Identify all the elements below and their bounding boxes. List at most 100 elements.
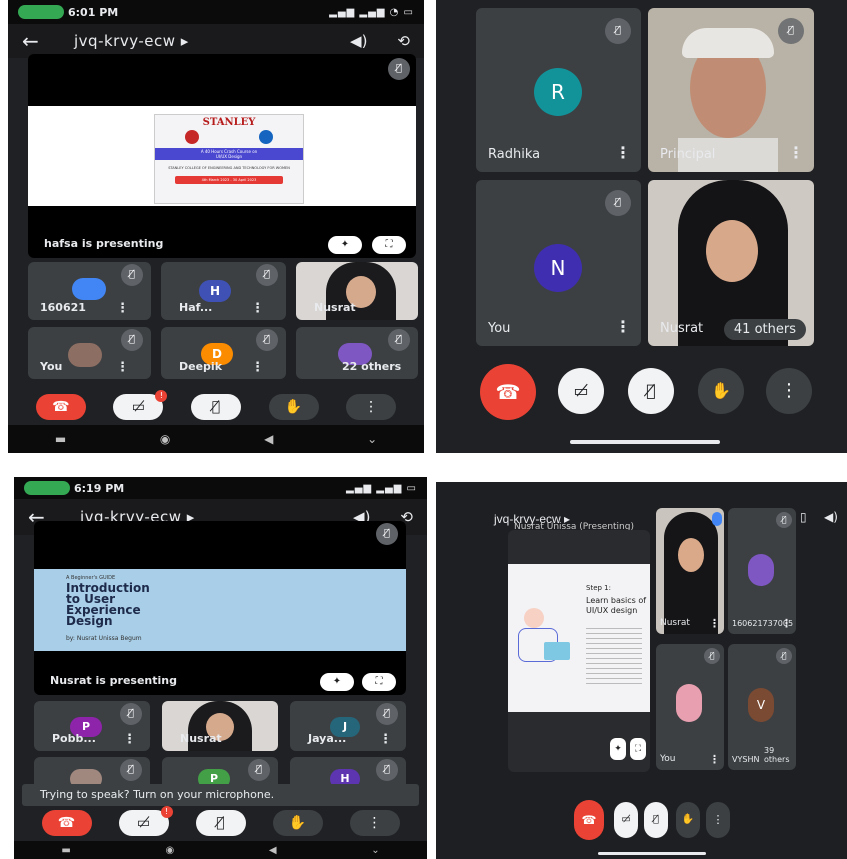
fullscreen-icon[interactable]: ⛶ xyxy=(630,738,646,760)
participant-tile[interactable]: 🎙̸ R Radhika ⋮ xyxy=(476,8,641,172)
speaker-icon[interactable]: ◀) xyxy=(824,510,838,524)
signal-battery-icon: ▂▄▆ ▂▄▆ ▭ xyxy=(346,482,417,494)
speaking-indicator-icon xyxy=(712,512,722,526)
mic-off-icon: 🎙̸ xyxy=(256,264,278,286)
presentation-tile[interactable]: Step 1: Learn basics of UI/UX design ✦ ⛶ xyxy=(508,530,650,772)
meet-screenshot-1: 6:01 PM ▂▄▆ ▂▄▆ ◔ ▭ ← jvq-krvy-ecw ▸ ◀) … xyxy=(8,0,424,453)
others-tile[interactable]: 🎙̸ 22 others xyxy=(296,327,418,379)
keyboard-hide-icon[interactable]: ⌄ xyxy=(367,432,377,446)
end-call-icon[interactable]: ☎ xyxy=(480,364,536,420)
slide-poster: STANLEY A 40 Hours Crash Course on UI/UX… xyxy=(154,114,304,204)
avatar xyxy=(676,684,702,722)
slide-title: Introduction to User Experience Design xyxy=(66,582,150,627)
camera-off-icon[interactable]: ▭̸ xyxy=(614,802,638,838)
participant-tile[interactable]: 🎙̸ D Deepik ⋮ xyxy=(161,327,286,379)
more-options-icon[interactable]: ⋮ xyxy=(781,617,792,630)
participant-name: You xyxy=(488,321,511,336)
others-tile[interactable]: 🎙̸ V VYSHN 39 others xyxy=(728,644,796,770)
more-options-icon[interactable]: ⋮ xyxy=(379,732,392,747)
slide-line-3: STANLEY COLLEGE OF ENGINEERING AND TECHN… xyxy=(168,166,290,170)
raise-hand-icon[interactable]: ✋ xyxy=(698,368,744,414)
call-pill-icon xyxy=(18,5,64,19)
back-nav-icon[interactable]: ◀ xyxy=(264,432,273,446)
meet-screenshot-4: jvq-krvy-ecw ▸ Nusrat Unissa (Presenting… xyxy=(436,482,847,859)
raise-hand-icon[interactable]: ✋ xyxy=(268,394,319,420)
camera-off-icon[interactable]: ▭̸! xyxy=(113,390,168,420)
participant-tile[interactable]: 🎙̸ P Pobb... ⋮ xyxy=(34,701,150,751)
more-options-icon[interactable]: ⋮ xyxy=(116,301,129,316)
mic-off-icon[interactable]: 🎙̸ xyxy=(195,810,246,836)
fullscreen-icon[interactable]: ⛶ xyxy=(372,236,406,254)
participant-name: Pobb... xyxy=(52,732,96,745)
council-logo-icon xyxy=(259,130,273,144)
mic-off-icon[interactable]: 🎙̸ xyxy=(628,368,674,414)
others-chip[interactable]: 41 others xyxy=(723,319,806,340)
home-icon[interactable]: ◉ xyxy=(165,845,174,856)
mic-off-icon: 🎙̸ xyxy=(776,648,792,664)
end-call-icon[interactable]: ☎ xyxy=(574,800,604,840)
switch-camera-icon[interactable]: ⟲ xyxy=(397,32,410,50)
participant-video-tile[interactable]: Nusrat xyxy=(296,262,418,320)
participant-tile[interactable]: 🎙̸ 160621 ⋮ xyxy=(28,262,151,320)
shared-slide: A Beginner's GUIDE Introduction to User … xyxy=(34,569,406,651)
participant-video-tile[interactable]: Nusrat 41 others xyxy=(648,180,814,346)
fullscreen-icon[interactable]: ⛶ xyxy=(362,673,396,691)
slide-bullets xyxy=(586,624,642,684)
participant-name: 160621 xyxy=(40,301,86,314)
participant-video-tile[interactable]: Nusrat ⋮ xyxy=(656,508,724,634)
end-call-icon[interactable]: ☎ xyxy=(35,394,86,420)
end-call-icon[interactable]: ☎ xyxy=(41,810,92,836)
participant-tile[interactable]: 🎙̸ N You ⋮ xyxy=(476,180,641,346)
participant-video-tile[interactable]: 🎙̸ Principal ⋮ xyxy=(648,8,814,172)
recent-apps-icon[interactable]: ▬ xyxy=(55,432,66,446)
more-options-icon[interactable]: ⋮ xyxy=(251,360,264,375)
gesture-bar[interactable] xyxy=(570,440,720,444)
mic-off-icon[interactable]: 🎙̸ xyxy=(644,802,668,838)
meeting-code[interactable]: jvq-krvy-ecw ▸ xyxy=(62,32,320,50)
avatar xyxy=(68,343,102,367)
participant-name: You xyxy=(40,360,63,373)
speaker-icon[interactable]: ◀) xyxy=(350,32,367,50)
others-count[interactable]: 39 others xyxy=(764,746,796,764)
participant-name: Nusrat xyxy=(180,732,222,745)
raise-hand-icon[interactable]: ✋ xyxy=(676,802,700,838)
unpin-icon[interactable]: ✦ xyxy=(328,236,362,254)
participant-tile[interactable]: 🎙̸ You ⋮ xyxy=(656,644,724,770)
more-options-icon[interactable]: ⋮ xyxy=(251,301,264,316)
recent-apps-icon[interactable]: ▬ xyxy=(61,845,70,856)
participant-tile[interactable]: 🎙̸ J Jaya... ⋮ xyxy=(290,701,406,751)
back-arrow-icon[interactable]: ← xyxy=(22,29,62,53)
more-options-icon[interactable]: ⋮ xyxy=(349,810,400,836)
mic-off-icon: 🎙̸ xyxy=(605,18,631,44)
more-options-icon[interactable]: ⋮ xyxy=(709,753,720,766)
more-options-icon[interactable]: ⋮ xyxy=(123,732,136,747)
presenter-label: hafsa is presenting xyxy=(44,237,164,250)
back-nav-icon[interactable]: ◀ xyxy=(269,845,277,856)
more-options-icon[interactable]: ⋮ xyxy=(709,617,720,630)
more-options-icon[interactable]: ⋮ xyxy=(706,802,730,838)
unpin-icon[interactable]: ✦ xyxy=(320,673,354,691)
call-controls: ☎ ▭̸! 🎙̸ ✋ ⋮ xyxy=(14,806,427,837)
avatar xyxy=(748,554,774,586)
unpin-icon[interactable]: ✦ xyxy=(610,738,626,760)
status-time: 6:01 PM xyxy=(68,5,119,19)
home-icon[interactable]: ◉ xyxy=(160,432,170,446)
camera-off-icon[interactable]: ▭̸ xyxy=(558,368,604,414)
gesture-bar[interactable] xyxy=(598,852,706,855)
keyboard-hide-icon[interactable]: ⌄ xyxy=(371,845,379,856)
participant-video-tile[interactable]: Nusrat xyxy=(162,701,278,751)
more-options-icon[interactable]: ⋮ xyxy=(116,360,129,375)
more-options-icon[interactable]: ⋮ xyxy=(615,317,631,336)
raise-hand-icon[interactable]: ✋ xyxy=(272,810,323,836)
more-options-icon[interactable]: ⋮ xyxy=(766,368,812,414)
meet-screenshot-2: 🎙̸ R Radhika ⋮ 🎙̸ Principal ⋮ 🎙̸ N You ⋮… xyxy=(436,0,847,453)
more-options-icon[interactable]: ⋮ xyxy=(615,143,631,162)
mic-off-icon[interactable]: 🎙̸ xyxy=(190,394,241,420)
more-options-icon[interactable]: ⋮ xyxy=(788,143,804,162)
participant-tile[interactable]: 🎙̸ 160621737005 ⋮ xyxy=(728,508,796,634)
avatar: V xyxy=(748,688,774,722)
camera-off-icon[interactable]: ▭̸! xyxy=(118,806,173,836)
participant-tile[interactable]: 🎙̸ You ⋮ xyxy=(28,327,151,379)
more-options-icon[interactable]: ⋮ xyxy=(346,394,397,420)
participant-tile[interactable]: 🎙̸ H Haf... ⋮ xyxy=(161,262,286,320)
